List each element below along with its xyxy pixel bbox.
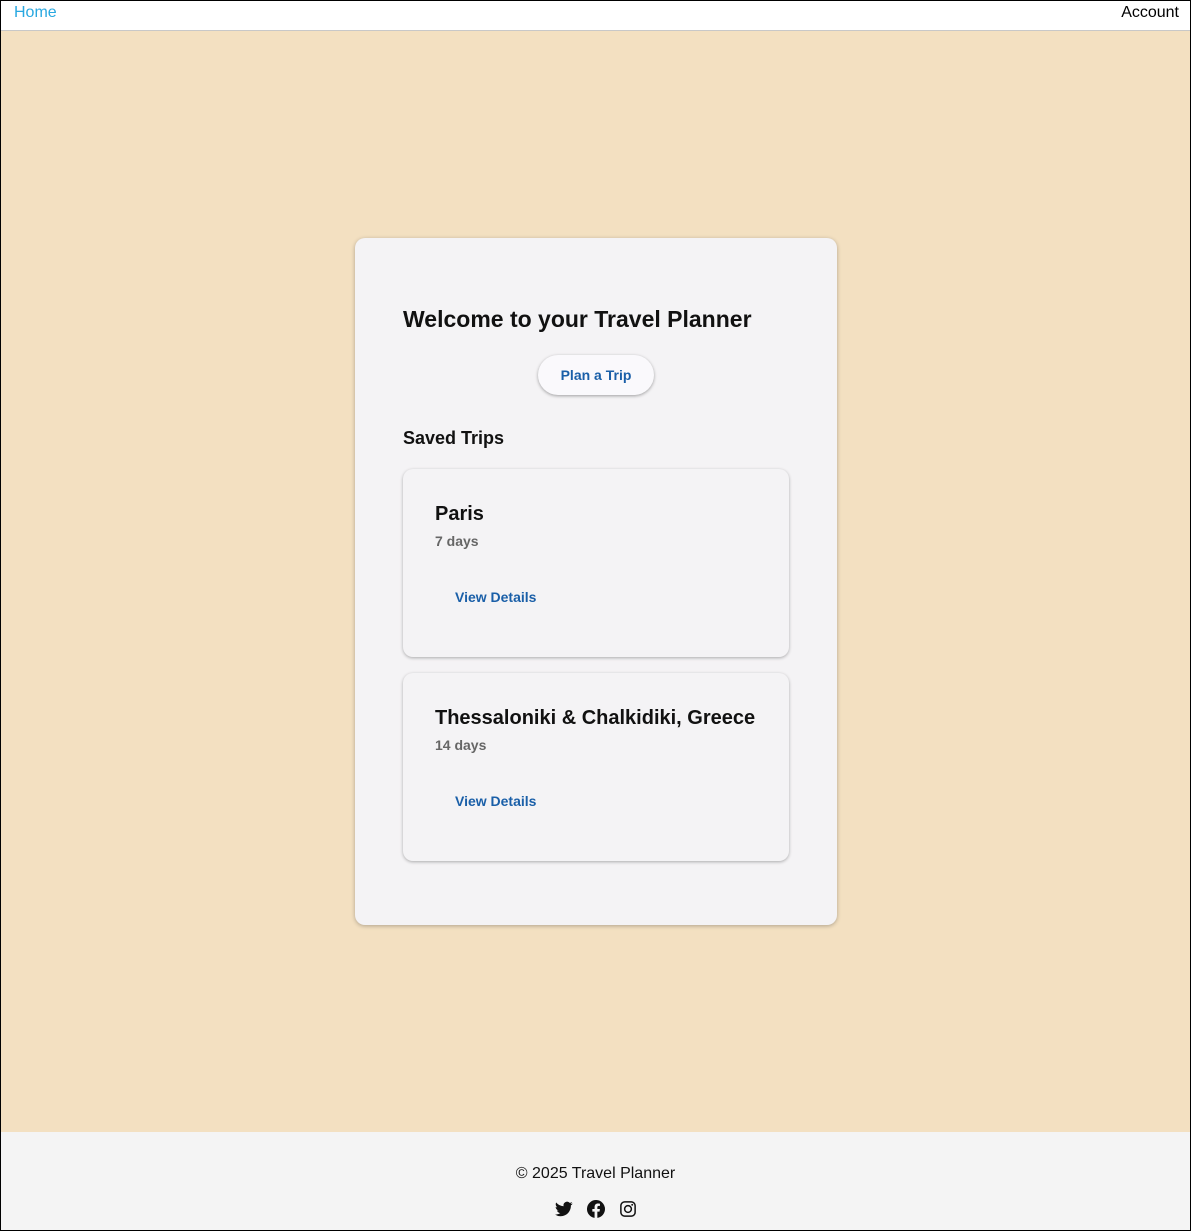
view-details-button[interactable]: View Details — [443, 785, 548, 817]
facebook-icon[interactable] — [587, 1200, 605, 1218]
nav-account-link[interactable]: Account — [1121, 4, 1179, 22]
social-links — [555, 1199, 637, 1219]
trip-card-thessaloniki: Thessaloniki & Chalkidiki, Greece 14 day… — [403, 673, 789, 861]
top-navigation-bar: Home Account — [1, 1, 1190, 31]
saved-trips-heading: Saved Trips — [403, 428, 505, 448]
page-footer: © 2025 Travel Planner — [1, 1132, 1190, 1230]
instagram-icon[interactable] — [619, 1200, 637, 1218]
copyright-text: © 2025 Travel Planner — [515, 1165, 676, 1182]
page-title: Welcome to your Travel Planner — [403, 306, 752, 332]
nav-home-link[interactable]: Home — [14, 4, 57, 22]
trip-duration: 14 days — [435, 737, 487, 753]
trip-card-paris: Paris 7 days View Details — [403, 469, 789, 657]
trip-name: Thessaloniki & Chalkidiki, Greece — [435, 707, 756, 729]
trip-duration: 7 days — [435, 533, 479, 549]
trip-name: Paris — [435, 503, 484, 525]
welcome-panel: Welcome to your Travel Planner Plan a Tr… — [355, 238, 837, 925]
app-window: Home Account Welcome to your Travel Plan… — [0, 0, 1191, 1231]
twitter-icon[interactable] — [555, 1200, 573, 1218]
view-details-button[interactable]: View Details — [443, 581, 548, 613]
plan-trip-button[interactable]: Plan a Trip — [538, 355, 654, 395]
main-content: Welcome to your Travel Planner Plan a Tr… — [1, 31, 1190, 1132]
